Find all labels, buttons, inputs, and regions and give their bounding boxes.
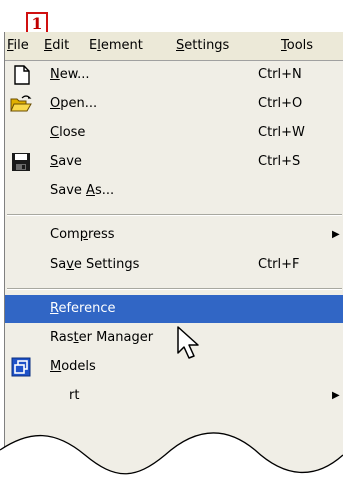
menu-item-close-label: Close bbox=[50, 125, 86, 140]
menu-item-save-settings-label: Save Settings bbox=[50, 257, 140, 272]
application-window: File Edit Element Settings Tools New... … bbox=[4, 32, 343, 485]
menu-item-save-settings[interactable]: Save Settings Ctrl+F bbox=[5, 251, 343, 279]
mouse-pointer-icon bbox=[177, 326, 199, 359]
menu-item-reference[interactable]: Reference bbox=[5, 295, 343, 323]
menu-item-open[interactable]: Open... Ctrl+O bbox=[5, 90, 343, 118]
menu-item-models-label: Models bbox=[50, 359, 96, 374]
models-icon bbox=[11, 357, 31, 377]
submenu-arrow-icon: ▶ bbox=[332, 390, 340, 401]
menu-item-new[interactable]: New... Ctrl+N bbox=[5, 61, 343, 89]
menu-item-partial-label: rt bbox=[69, 388, 80, 403]
menu-bar: File Edit Element Settings Tools bbox=[5, 32, 343, 61]
shortcut-save-settings: Ctrl+F bbox=[258, 257, 300, 272]
menu-item-save-as-label: Save As... bbox=[50, 183, 115, 198]
menu-item-partial[interactable]: rt ▶ bbox=[5, 382, 343, 410]
menu-item-compress-label: Compress bbox=[50, 227, 115, 242]
floppy-disk-icon bbox=[12, 153, 30, 171]
menu-item-open-label: Open... bbox=[50, 96, 98, 111]
menu-edit[interactable]: Edit bbox=[44, 37, 69, 55]
menu-tools[interactable]: Tools bbox=[281, 37, 313, 55]
shortcut-open: Ctrl+O bbox=[258, 96, 303, 111]
menu-item-save-label: Save bbox=[50, 154, 82, 169]
submenu-arrow-icon: ▶ bbox=[332, 229, 340, 240]
shortcut-close: Ctrl+W bbox=[258, 125, 305, 140]
menu-item-models[interactable]: Models bbox=[5, 353, 343, 381]
open-folder-icon bbox=[10, 95, 32, 112]
menu-file[interactable]: File bbox=[7, 37, 29, 55]
menu-separator bbox=[7, 288, 342, 290]
menu-item-new-label: New... bbox=[50, 67, 90, 82]
menu-settings[interactable]: Settings bbox=[176, 37, 229, 55]
menu-element[interactable]: Element bbox=[89, 37, 143, 55]
menu-item-compress[interactable]: Compress ▶ bbox=[5, 221, 343, 249]
torn-edge-wave bbox=[0, 432, 343, 485]
shortcut-save: Ctrl+S bbox=[258, 154, 301, 169]
menu-item-raster-manager[interactable]: Raster Manager bbox=[5, 324, 343, 352]
menu-item-reference-label: Reference bbox=[50, 301, 116, 316]
new-document-icon bbox=[14, 65, 30, 85]
menu-separator bbox=[7, 214, 342, 216]
menu-item-close[interactable]: Close Ctrl+W bbox=[5, 119, 343, 147]
menu-item-raster-manager-label: Raster Manager bbox=[50, 330, 154, 345]
menu-item-save[interactable]: Save Ctrl+S bbox=[5, 148, 343, 176]
shortcut-new: Ctrl+N bbox=[258, 67, 302, 82]
menu-item-save-as[interactable]: Save As... bbox=[5, 177, 343, 205]
